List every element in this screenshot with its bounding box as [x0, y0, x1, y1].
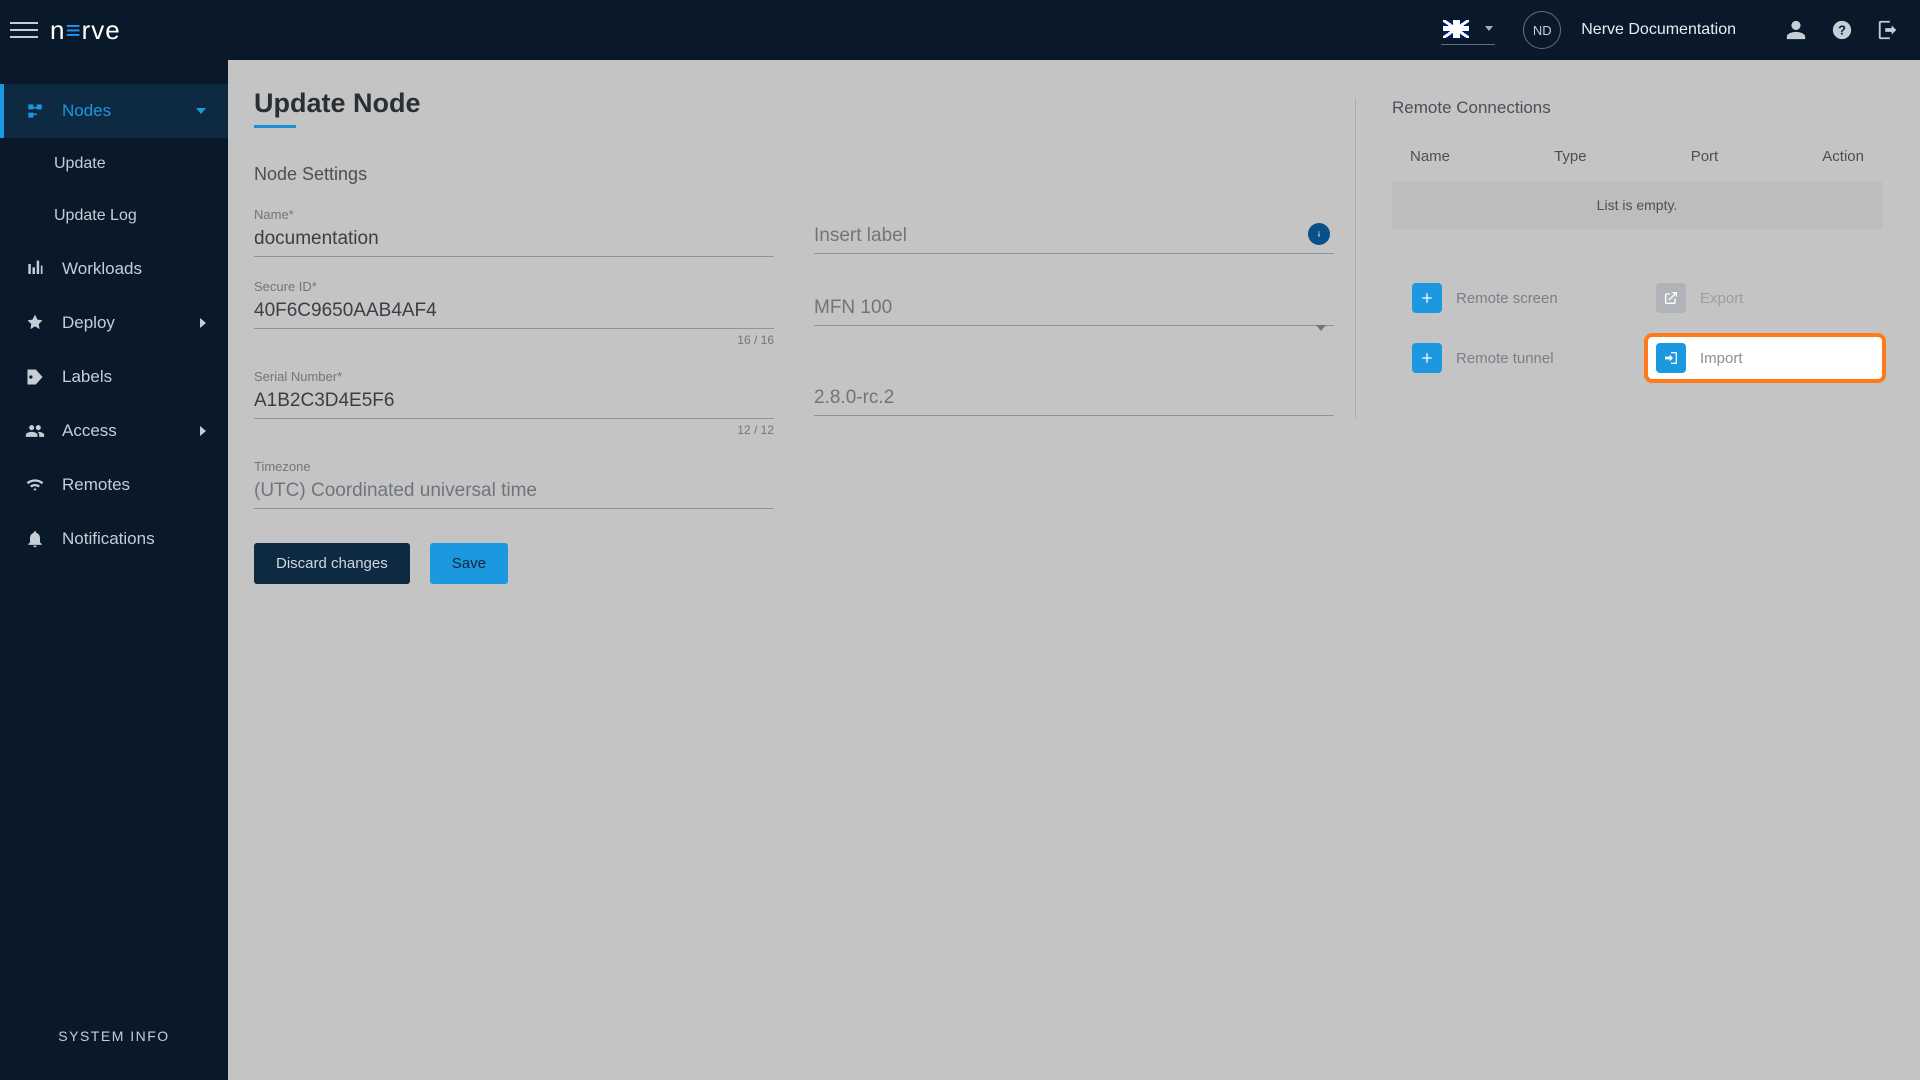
serial-field: Serial Number* 12 / 12 — [254, 369, 774, 437]
main-content: Update Node Node Settings Name* Secure — [228, 60, 1920, 1080]
sidebar-item-label: Access — [62, 421, 117, 441]
field-label: Secure ID* — [254, 279, 774, 294]
version-display — [814, 369, 1334, 416]
flag-icon — [1443, 20, 1469, 38]
chevron-right-icon — [200, 426, 206, 436]
secure-id-input[interactable] — [254, 296, 774, 329]
sidebar-item-notifications[interactable]: Notifications — [0, 512, 228, 566]
remote-screen-button[interactable]: Remote screen — [1404, 277, 1638, 319]
title-underline — [254, 125, 296, 128]
action-label: Remote tunnel — [1456, 350, 1554, 367]
col-type: Type — [1554, 148, 1587, 165]
export-icon — [1656, 283, 1686, 313]
chevron-right-icon — [200, 318, 206, 328]
sidebar-item-deploy[interactable]: Deploy — [0, 296, 228, 350]
discard-button[interactable]: Discard changes — [254, 543, 410, 584]
sidebar-item-label: Labels — [62, 367, 112, 387]
sidebar-item-update-log[interactable]: Update Log — [0, 190, 228, 242]
version-field — [814, 369, 1334, 437]
remote-empty-message: List is empty. — [1392, 181, 1882, 229]
workloads-icon — [24, 258, 46, 280]
name-input[interactable] — [254, 224, 774, 257]
action-label: Export — [1700, 290, 1743, 307]
sidebar-item-label: Notifications — [62, 529, 155, 549]
language-selector[interactable] — [1441, 16, 1495, 45]
char-count: 16 / 16 — [737, 333, 774, 347]
menu-toggle-icon[interactable] — [10, 16, 38, 44]
user-icon[interactable] — [1784, 18, 1808, 42]
bell-icon — [24, 528, 46, 550]
field-label: Name* — [254, 207, 774, 222]
model-field — [814, 279, 1334, 347]
timezone-field: Timezone — [254, 459, 774, 509]
field-label: Serial Number* — [254, 369, 774, 384]
username-label: Nerve Documentation — [1581, 21, 1736, 39]
remote-table-header: Name Type Port Action — [1392, 148, 1882, 181]
col-action: Action — [1822, 148, 1864, 165]
import-button[interactable]: Import — [1648, 337, 1882, 379]
vertical-divider — [1355, 98, 1356, 418]
label-field — [814, 207, 1334, 257]
access-icon — [24, 420, 46, 442]
sidebar-item-access[interactable]: Access — [0, 404, 228, 458]
sidebar-item-label: Remotes — [62, 475, 130, 495]
import-icon — [1656, 343, 1686, 373]
action-label: Remote screen — [1456, 290, 1558, 307]
avatar[interactable]: ND — [1523, 11, 1561, 49]
page-title: Update Node — [254, 88, 1335, 119]
sidebar-item-remotes[interactable]: Remotes — [0, 458, 228, 512]
info-icon[interactable] — [1308, 223, 1330, 245]
serial-input[interactable] — [254, 386, 774, 419]
sidebar-item-workloads[interactable]: Workloads — [0, 242, 228, 296]
plus-icon — [1412, 343, 1442, 373]
nodes-icon — [24, 100, 46, 122]
deploy-icon — [24, 312, 46, 334]
sidebar-item-labels[interactable]: Labels — [0, 350, 228, 404]
sidebar-item-label: Deploy — [62, 313, 115, 333]
app-logo: n≡rve — [50, 15, 121, 46]
sidebar-item-label: Workloads — [62, 259, 142, 279]
sidebar: Nodes Update Update Log Workloads Deploy… — [0, 60, 228, 1080]
char-count: 12 / 12 — [737, 423, 774, 437]
export-button[interactable]: Export — [1648, 277, 1882, 319]
sidebar-item-label: Nodes — [62, 101, 111, 121]
save-button[interactable]: Save — [430, 543, 508, 584]
timezone-input[interactable] — [254, 476, 774, 509]
chevron-down-icon — [1316, 325, 1326, 331]
chevron-down-icon — [196, 108, 206, 114]
logout-icon[interactable] — [1876, 18, 1900, 42]
labels-icon — [24, 366, 46, 388]
remote-connections-title: Remote Connections — [1392, 98, 1882, 118]
col-port: Port — [1691, 148, 1719, 165]
name-field: Name* — [254, 207, 774, 257]
section-title: Node Settings — [254, 164, 1335, 185]
sidebar-item-update[interactable]: Update — [0, 138, 228, 190]
plus-icon — [1412, 283, 1442, 313]
app-header: n≡rve ND Nerve Documentation ? — [0, 0, 1920, 60]
model-select[interactable] — [814, 279, 1334, 326]
chevron-down-icon — [1485, 26, 1493, 31]
svg-text:?: ? — [1838, 23, 1846, 38]
col-name: Name — [1410, 148, 1450, 165]
sidebar-system-info[interactable]: SYSTEM INFO — [0, 1004, 228, 1080]
secure-id-field: Secure ID* 16 / 16 — [254, 279, 774, 347]
remote-tunnel-button[interactable]: Remote tunnel — [1404, 337, 1638, 379]
help-icon[interactable]: ? — [1830, 18, 1854, 42]
action-label: Import — [1700, 350, 1743, 367]
label-input[interactable] — [814, 207, 1334, 254]
remotes-icon — [24, 474, 46, 496]
field-label: Timezone — [254, 459, 774, 474]
sidebar-item-nodes[interactable]: Nodes — [0, 84, 228, 138]
